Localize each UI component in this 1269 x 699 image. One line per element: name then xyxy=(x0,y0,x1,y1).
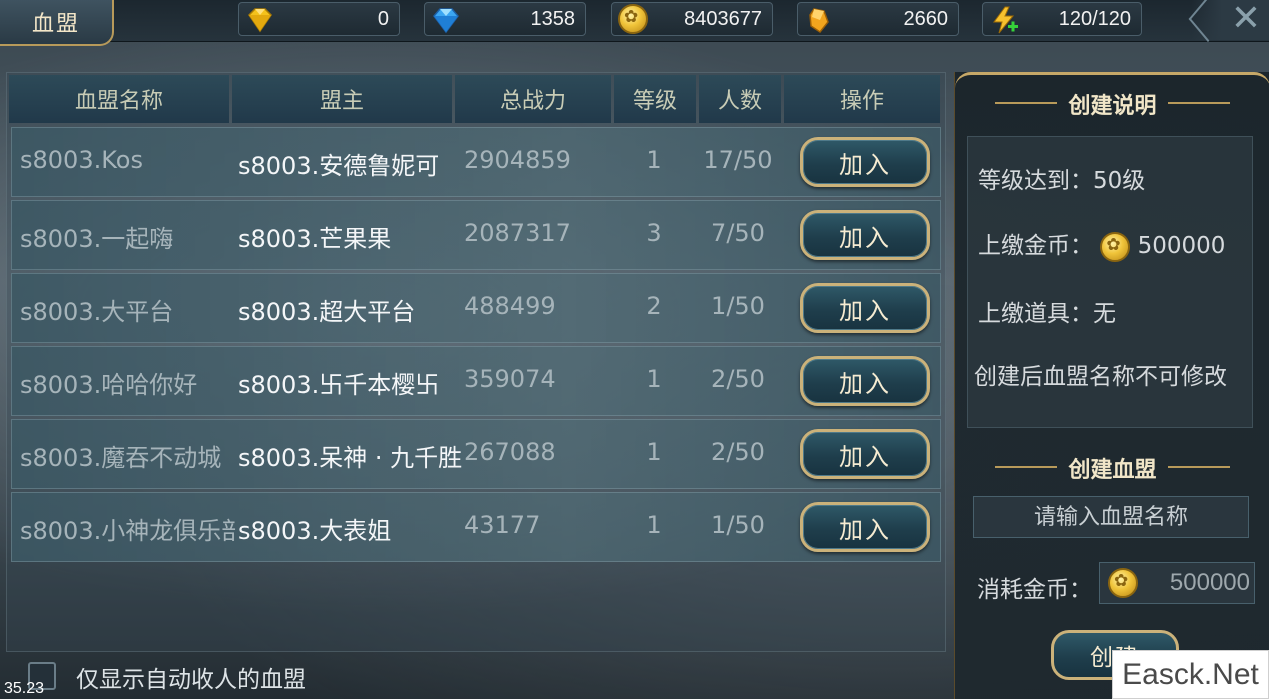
join-button[interactable]: 加入 xyxy=(800,356,930,406)
gold-requirement: 上缴金币： 500000 xyxy=(978,226,1225,262)
resource-stamina[interactable]: 120/120 xyxy=(982,2,1142,36)
resource-gold-coin[interactable]: 8403677 xyxy=(611,2,773,36)
gold-coin-icon xyxy=(1108,568,1138,598)
title-tab: 血盟 xyxy=(0,0,114,46)
clan-list-panel: 血盟名称 盟主 总战力 等级 人数 操作 s8003.Kos s8003.安德鲁… xyxy=(6,72,946,652)
clan-leader: s8003.大表姐 xyxy=(238,517,392,545)
join-button[interactable]: 加入 xyxy=(800,429,930,479)
rename-note: 创建后血盟名称不可修改 xyxy=(974,364,1227,390)
table-row: s8003.哈哈你好 s8003.卐千本樱卐 359074 1 2/50 加入 xyxy=(11,346,941,416)
clan-level: 1 xyxy=(646,146,662,174)
header-clan-name: 血盟名称 xyxy=(9,75,229,123)
clan-members: 2/50 xyxy=(711,438,765,466)
create-clan-title: 创建血盟 xyxy=(955,452,1269,484)
clan-name: s8003.大平台 xyxy=(20,298,174,326)
clan-leader: s8003.呆神 · 九千胜 xyxy=(238,444,463,472)
clan-level: 3 xyxy=(646,219,662,247)
resource-value: 1358 xyxy=(530,8,576,30)
clan-leader: s8003.芒果果 xyxy=(238,225,392,253)
panel-border-decoration xyxy=(955,72,1269,88)
resource-blue-diamond[interactable]: 1358 xyxy=(424,2,586,36)
cost-label: 消耗金币： xyxy=(977,577,1092,603)
clan-name-input[interactable] xyxy=(973,496,1249,538)
clan-leader: s8003.安德鲁妮可 xyxy=(238,152,440,180)
gold-coin-icon xyxy=(1100,231,1131,262)
resource-value: 2660 xyxy=(903,8,949,30)
header-leader: 盟主 xyxy=(232,75,452,123)
stamina-bolt-icon xyxy=(993,6,1018,34)
table-row: s8003.魔吞不动城 s8003.呆神 · 九千胜 267088 1 2/50… xyxy=(11,419,941,489)
clan-name: s8003.魔吞不动城 xyxy=(20,444,222,472)
join-button[interactable]: 加入 xyxy=(800,502,930,552)
clan-leader: s8003.超大平台 xyxy=(238,298,416,326)
resource-yellow-gem[interactable]: 0 xyxy=(238,2,400,36)
clan-members: 1/50 xyxy=(711,511,765,539)
clan-level: 1 xyxy=(646,365,662,393)
create-info-title: 创建说明 xyxy=(955,88,1269,120)
clan-name: s8003.一起嗨 xyxy=(20,225,174,253)
item-requirement: 上缴道具：无 xyxy=(978,301,1116,327)
clan-power: 2087317 xyxy=(464,219,571,247)
clan-members: 7/50 xyxy=(711,219,765,247)
amber-crystal-icon xyxy=(809,8,829,34)
clan-leader: s8003.卐千本樱卐 xyxy=(238,371,440,399)
chevron-icon xyxy=(1188,0,1228,43)
auto-accept-label: 仅显示自动收人的血盟 xyxy=(76,667,306,693)
resource-amber-crystal[interactable]: 2660 xyxy=(797,2,959,36)
close-button[interactable]: ✕ xyxy=(1188,0,1269,43)
close-icon: ✕ xyxy=(1230,0,1261,39)
clan-power: 267088 xyxy=(464,438,556,466)
clan-power: 488499 xyxy=(464,292,556,320)
clan-level: 1 xyxy=(646,438,662,466)
clan-name: s8003.哈哈你好 xyxy=(20,371,198,399)
clan-name: s8003.Kos xyxy=(20,146,143,174)
table-row: s8003.小神龙俱乐部 s8003.大表姐 43177 1 1/50 加入 xyxy=(11,492,941,562)
resource-value: 120/120 xyxy=(1058,8,1131,30)
join-button[interactable]: 加入 xyxy=(800,137,930,187)
header-power: 总战力 xyxy=(455,75,611,123)
page-title: 血盟 xyxy=(31,12,80,37)
clan-power: 359074 xyxy=(464,365,556,393)
gold-requirement-label: 上缴金币： xyxy=(978,233,1093,259)
table-row: s8003.大平台 s8003.超大平台 488499 2 1/50 加入 xyxy=(11,273,941,343)
top-bar: 血盟 0 1358 8403677 2660 xyxy=(0,0,1269,46)
fps-counter: 35.23 xyxy=(4,680,45,697)
table-row: s8003.一起嗨 s8003.芒果果 2087317 3 7/50 加入 xyxy=(11,200,941,270)
resource-value: 0 xyxy=(377,8,389,30)
create-clan-panel: 创建说明 等级达到：50级 上缴金币： 500000 上缴道具：无 创建后血盟名… xyxy=(954,72,1269,699)
header-level: 等级 xyxy=(614,75,696,123)
blue-diamond-icon xyxy=(433,8,459,34)
cost-value: 500000 xyxy=(1169,569,1250,596)
site-watermark: Easck.Net xyxy=(1112,650,1269,699)
clan-power: 43177 xyxy=(464,511,541,539)
cost-box: 500000 xyxy=(1099,562,1255,604)
clan-level: 1 xyxy=(646,511,662,539)
clan-members: 2/50 xyxy=(711,365,765,393)
join-button[interactable]: 加入 xyxy=(800,283,930,333)
yellow-gem-icon xyxy=(248,8,272,33)
gold-coin-icon xyxy=(618,4,648,34)
join-button[interactable]: 加入 xyxy=(800,210,930,260)
table-header: 血盟名称 盟主 总战力 等级 人数 操作 xyxy=(9,75,943,123)
clan-members: 17/50 xyxy=(703,146,773,174)
table-row: s8003.Kos s8003.安德鲁妮可 2904859 1 17/50 加入 xyxy=(11,127,941,197)
level-requirement: 等级达到：50级 xyxy=(978,168,1146,194)
header-members: 人数 xyxy=(699,75,781,123)
header-action: 操作 xyxy=(784,75,940,123)
clan-power: 2904859 xyxy=(464,146,571,174)
clan-members: 1/50 xyxy=(711,292,765,320)
clan-name: s8003.小神龙俱乐部 xyxy=(20,517,236,545)
gold-requirement-value: 500000 xyxy=(1137,233,1226,259)
clan-level: 2 xyxy=(646,292,662,320)
resource-value: 8403677 xyxy=(684,8,762,30)
create-info-box: 等级达到：50级 上缴金币： 500000 上缴道具：无 创建后血盟名称不可修改 xyxy=(967,136,1253,428)
